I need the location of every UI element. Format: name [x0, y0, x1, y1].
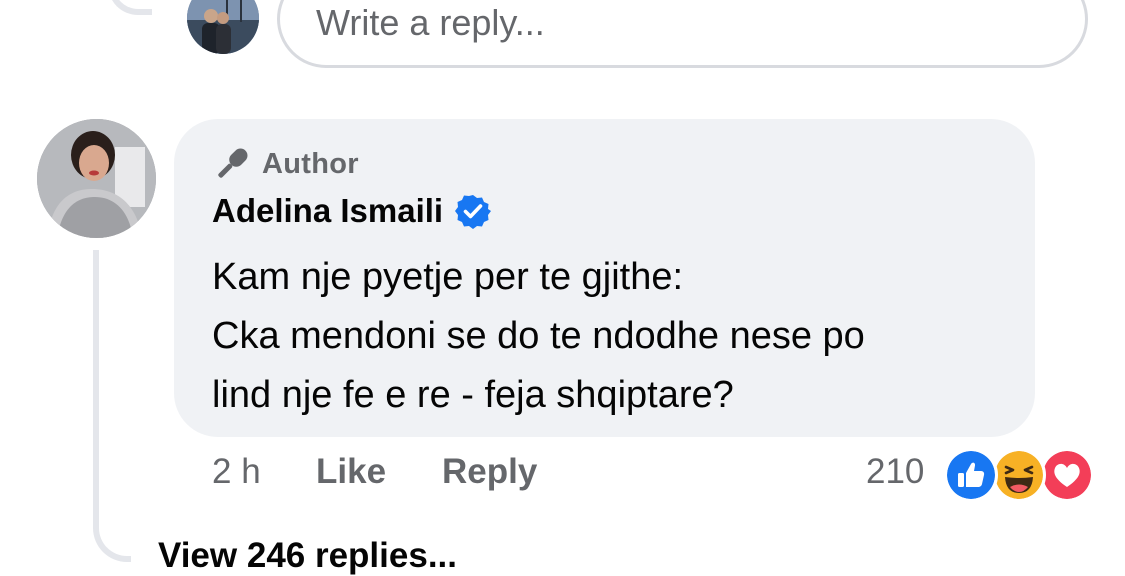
thread-connector: [93, 250, 131, 562]
author-badge-label: Author: [262, 147, 359, 180]
avatar-photo: [37, 119, 156, 238]
comment-text: Kam nje pyetje per te gjithe: Cka mendon…: [212, 248, 1022, 425]
reactions-summary[interactable]: [944, 448, 1094, 502]
like-icon: [944, 448, 998, 502]
love-icon: [1040, 448, 1094, 502]
verified-badge-icon: [455, 195, 492, 229]
thread-connector-top: [108, 0, 152, 15]
reply-input[interactable]: [316, 3, 1016, 43]
comment-line: Kam nje pyetje per te gjithe:: [212, 256, 684, 298]
reaction-count[interactable]: 210: [866, 452, 924, 492]
author-avatar[interactable]: [37, 119, 156, 238]
current-user-avatar[interactable]: [187, 0, 259, 54]
reply-input-box[interactable]: [277, 0, 1088, 68]
view-replies-link[interactable]: View 246 replies...: [158, 536, 457, 576]
comment-line: lind nje fe e re - feja shqiptare?: [212, 374, 734, 416]
author-badge: Author: [212, 144, 359, 184]
like-button[interactable]: Like: [316, 452, 386, 492]
author-name[interactable]: Adelina Ismaili: [212, 192, 443, 230]
reply-button[interactable]: Reply: [442, 452, 537, 492]
comment-line: Cka mendoni se do te ndodhe nese po: [212, 315, 865, 357]
microphone-icon: [218, 148, 248, 178]
author-name-row: Adelina Ismaili: [212, 192, 492, 230]
avatar-photo: [187, 0, 259, 54]
haha-icon: [992, 448, 1046, 502]
comment-timestamp[interactable]: 2 h: [212, 452, 261, 492]
